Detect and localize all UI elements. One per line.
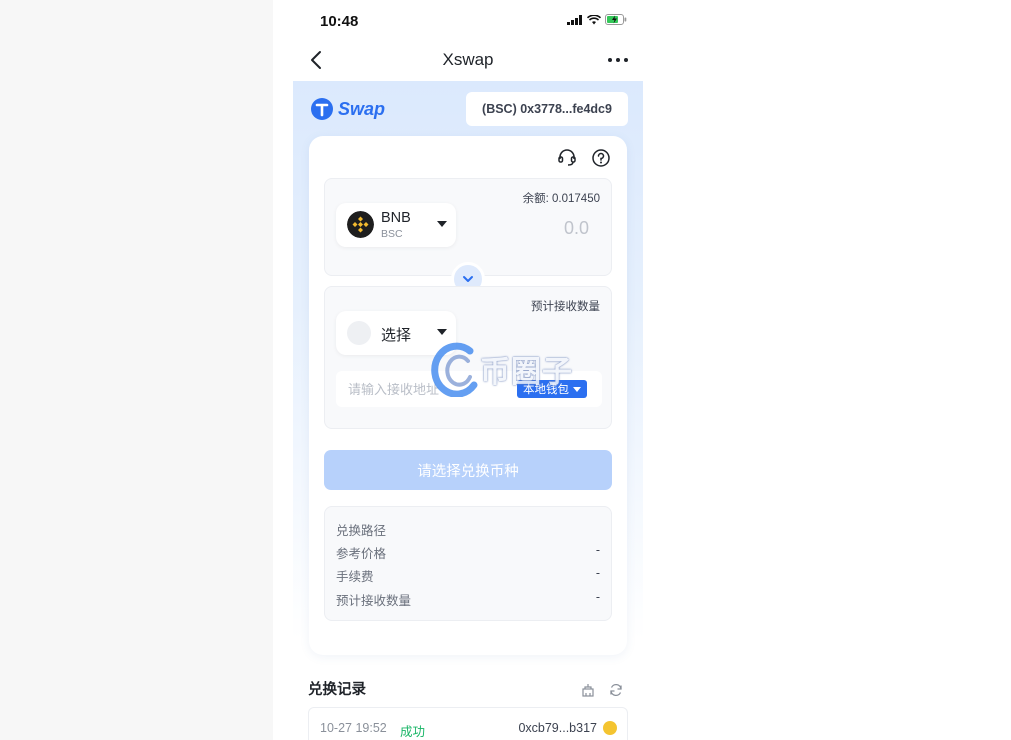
history-row[interactable]: 10-27 19:52 成功 0xcb79...b317 [308,707,628,740]
watermark-logo-icon [431,342,478,397]
receive-amount-label: 预计接收数量 [531,301,600,313]
history-title: 兑换记录 [308,682,366,698]
history-status: 成功 [400,725,426,739]
wallet-address-button[interactable]: (BSC) 0x3778...fe4dc9 [466,92,628,126]
submit-swap-button[interactable]: 请选择兑换币种 [324,450,612,490]
history-hash: 0xcb79...b317 [518,721,597,735]
signal-icon [567,14,582,25]
swap-logo-text: Swap [338,98,386,119]
more-icon[interactable] [607,50,629,70]
from-token-select[interactable]: BNB BSC [336,203,456,247]
left-blank-pane [0,0,273,740]
card-tools [557,148,611,168]
status-bar: 10:48 [293,0,643,42]
info-row-fee: 手续费 - [336,566,600,584]
refresh-icon[interactable] [609,683,623,697]
history-tools [581,683,623,697]
info-row-receive: 预计接收数量 - [336,590,600,608]
customer-service-icon[interactable] [557,148,577,168]
info-label: 兑换路径 [336,524,387,538]
swap-logo-icon [311,98,333,120]
wifi-icon [587,14,601,24]
info-row-route: 兑换路径 [336,520,600,538]
caret-down-icon [573,386,581,392]
caret-down-icon [437,329,447,335]
info-label: 手续费 [336,570,374,584]
info-row-price: 参考价格 - [336,543,600,561]
clear-icon[interactable] [581,683,595,697]
caret-down-icon [437,221,447,227]
watermark: 币圈子 [430,341,573,397]
swap-logo: Swap [311,98,385,120]
info-value: - [595,566,600,580]
token-avatar-icon [603,721,617,735]
battery-icon [605,14,627,25]
from-token-name: BNB [381,210,411,226]
select-token-label: 选择 [381,327,412,344]
info-value: - [595,590,600,604]
info-label: 参考价格 [336,547,387,561]
info-value: - [595,543,600,557]
watermark-text: 币圈子 [480,356,573,389]
help-icon[interactable] [591,148,611,168]
nav-bar: Xswap [293,42,643,80]
bnb-icon [347,211,374,238]
token-placeholder-icon [347,321,371,345]
page-title: Xswap [442,50,494,69]
status-icons [567,14,627,25]
info-label: 预计接收数量 [336,594,412,608]
from-token-chain: BSC [381,228,403,240]
history-time: 10-27 19:52 [320,721,387,735]
from-amount[interactable]: 0.0 [564,218,589,239]
status-time: 10:48 [320,13,359,30]
balance-label: 余额: 0.017450 [522,193,600,205]
chevron-down-icon [463,276,473,282]
swap-info-box: 兑换路径 参考价格 - 手续费 - 预计接收数量 - [324,506,612,621]
